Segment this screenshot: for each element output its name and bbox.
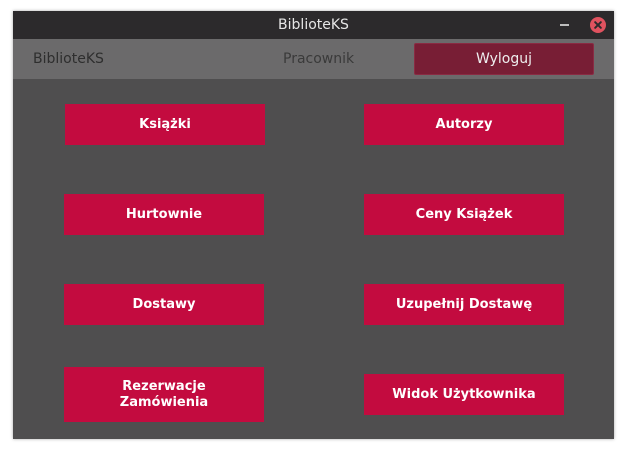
titlebar: BiblioteKS	[13, 11, 614, 39]
orders-label: Zamówienia	[119, 394, 209, 410]
logout-button[interactable]: Wyloguj	[414, 43, 594, 75]
top-bar: BiblioteKS Pracownik Wyloguj	[13, 39, 614, 79]
books-button[interactable]: Książki	[65, 104, 265, 145]
book-prices-button[interactable]: Ceny Książek	[364, 194, 564, 235]
user-view-button[interactable]: Widok Użytkownika	[364, 374, 564, 415]
deliveries-button[interactable]: Dostawy	[64, 284, 264, 325]
close-icon[interactable]	[590, 17, 606, 33]
reservations-label: Rezerwacje	[122, 378, 206, 394]
fill-delivery-button[interactable]: Uzupełnij Dostawę	[364, 284, 564, 325]
window-title: BiblioteKS	[278, 17, 349, 33]
minimize-icon[interactable]	[560, 24, 569, 26]
wholesalers-button[interactable]: Hurtownie	[64, 194, 264, 235]
authors-button[interactable]: Autorzy	[364, 104, 564, 145]
app-window: BiblioteKS BiblioteKS Pracownik Wyloguj …	[13, 11, 614, 439]
brand-label: BiblioteKS	[33, 51, 104, 67]
role-label: Pracownik	[283, 51, 355, 67]
reservations-orders-button[interactable]: Rezerwacje Zamówienia	[64, 367, 264, 422]
